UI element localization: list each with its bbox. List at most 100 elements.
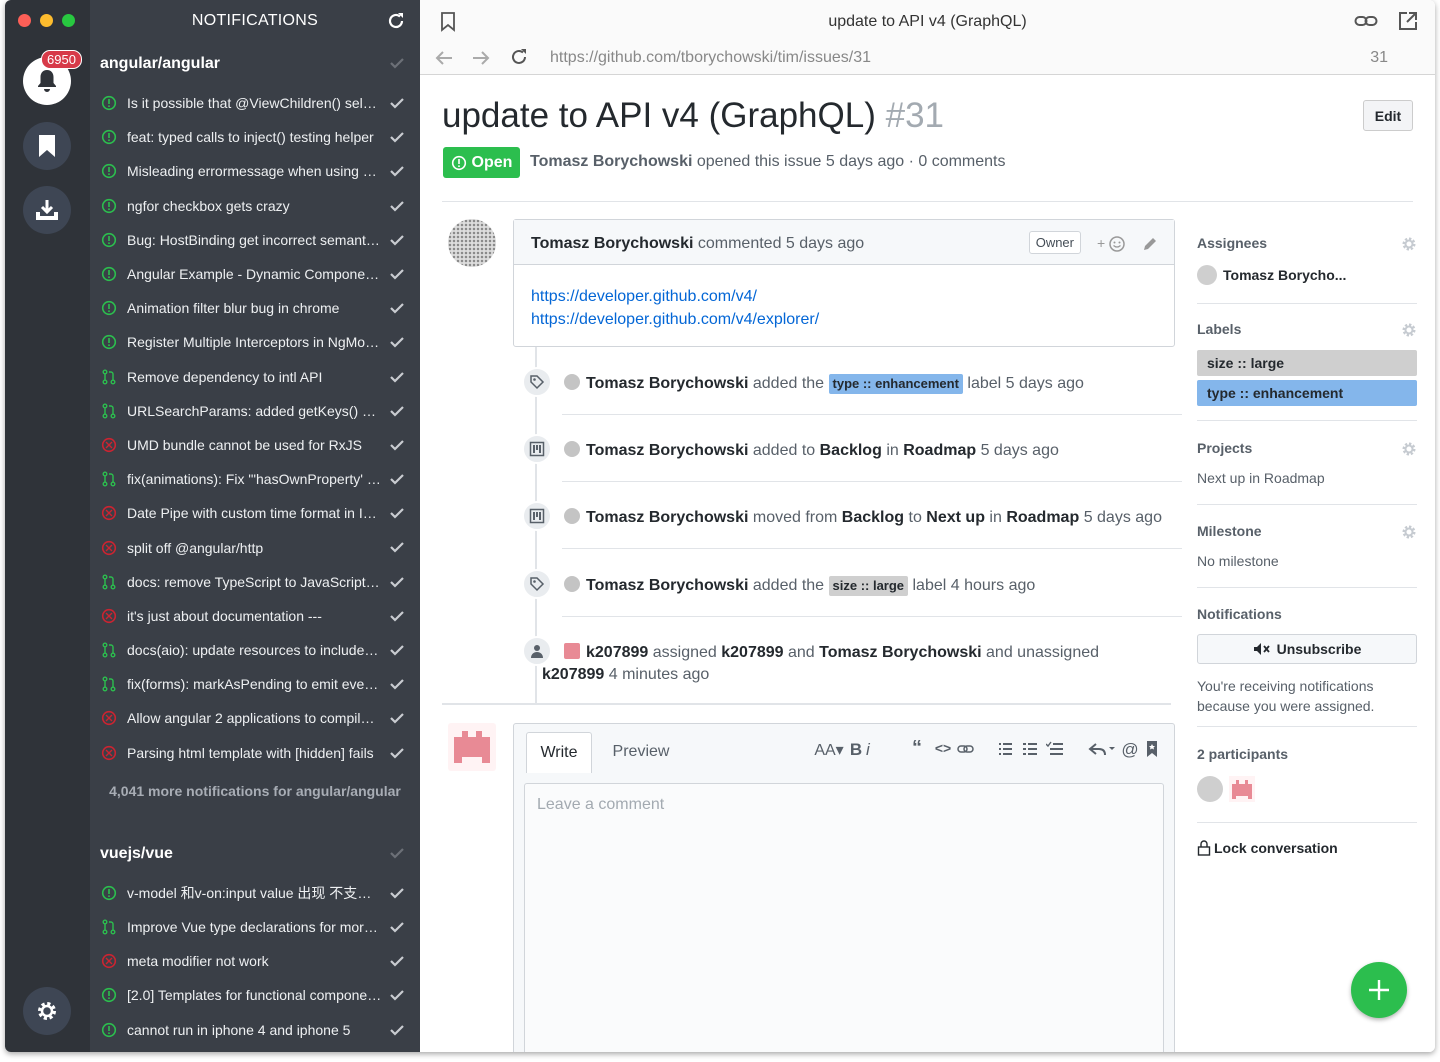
notification-item[interactable]: [2.0] Templates for functional component… (90, 978, 420, 1012)
bookmarks-rail-button[interactable] (23, 122, 71, 170)
notification-item[interactable]: split off @angular/http (90, 530, 420, 564)
gear-icon[interactable] (1401, 524, 1417, 540)
notification-item[interactable]: Angular Example - Dynamic Component Load… (90, 257, 420, 291)
notification-item[interactable]: URLSearchParams: added getKeys() support (90, 394, 420, 428)
mark-read-icon[interactable] (390, 472, 404, 488)
mark-read-icon[interactable] (390, 609, 404, 625)
new-item-button[interactable] (1351, 962, 1407, 1018)
notification-item[interactable]: ngfor checkbox gets crazy (90, 189, 420, 223)
mark-read-icon[interactable] (390, 301, 404, 317)
notification-item[interactable]: feat: typed calls to inject() testing he… (90, 120, 420, 154)
mark-read-icon[interactable] (390, 164, 404, 180)
notification-item[interactable]: fix(forms): markAsPending to emit events (90, 667, 420, 701)
mark-read-icon[interactable] (390, 988, 404, 1004)
link-icon[interactable] (1354, 13, 1378, 29)
project-column[interactable]: Next up (926, 509, 985, 526)
notification-item[interactable]: cannot run in iphone 4 and iphone 5 (90, 1013, 420, 1047)
avatar[interactable] (448, 723, 496, 771)
avatar[interactable] (564, 643, 580, 659)
notification-item[interactable]: it's just about documentation --- (90, 599, 420, 633)
notification-item[interactable]: v-model 和v-on:input value 出现 不支持的问题 (90, 876, 420, 910)
comment-author[interactable]: Tomasz Borychowski (531, 235, 693, 252)
issue-author[interactable]: Tomasz Borychowski (530, 153, 692, 170)
mark-read-icon[interactable] (390, 746, 404, 762)
mark-read-icon[interactable] (390, 438, 404, 454)
edit-pencil-icon[interactable] (1142, 236, 1158, 252)
notification-item[interactable]: Misleading errormessage when using HostL… (90, 154, 420, 188)
close-window-button[interactable] (18, 14, 31, 27)
mark-read-icon[interactable] (390, 1023, 404, 1039)
mark-read-icon[interactable] (390, 540, 404, 556)
assignee-name[interactable]: k207899 (542, 666, 604, 683)
mark-read-icon[interactable] (390, 404, 404, 420)
sidebar-label[interactable]: type :: enhancement (1197, 380, 1417, 406)
event-actor[interactable]: Tomasz Borychowski (586, 375, 748, 392)
settings-rail-button[interactable] (23, 987, 71, 1035)
notification-item[interactable]: Date Pipe with custom time format in IE1… (90, 496, 420, 530)
mark-read-icon[interactable] (390, 96, 404, 112)
assignee-name[interactable]: Tomasz Borychowski (819, 644, 981, 661)
notification-item[interactable]: Register Multiple Interceptors in NgModu… (90, 325, 420, 359)
ordered-list-icon[interactable] (1022, 740, 1046, 758)
italic-icon[interactable]: i (866, 740, 904, 760)
project-column[interactable]: Backlog (842, 509, 904, 526)
repo-header[interactable]: vuejs/vue (90, 832, 420, 876)
notification-item[interactable]: Allow angular 2 applications to compile … (90, 701, 420, 735)
mark-repo-read-icon[interactable] (390, 846, 404, 864)
notification-item[interactable]: fix(animations): Fix "'hasOwnProperty' o… (90, 462, 420, 496)
back-icon[interactable] (435, 50, 453, 66)
avatar[interactable] (564, 374, 580, 390)
mark-read-icon[interactable] (390, 130, 404, 146)
event-actor[interactable]: Tomasz Borychowski (586, 442, 748, 459)
notification-item[interactable]: Bug: HostBinding get incorrect semantics (90, 223, 420, 257)
avatar[interactable] (564, 508, 580, 524)
event-actor[interactable]: k207899 (586, 644, 648, 661)
bold-icon[interactable]: B (846, 740, 866, 760)
mark-read-icon[interactable] (390, 335, 404, 351)
mark-read-icon[interactable] (390, 711, 404, 727)
mark-read-icon[interactable] (390, 677, 404, 693)
link-icon[interactable] (956, 740, 996, 758)
notification-item[interactable]: docs(aio): update resources to include t… (90, 633, 420, 667)
mark-read-icon[interactable] (390, 370, 404, 386)
notification-item[interactable]: Is it possible that @ViewChildren() sele… (90, 86, 420, 120)
comment-link[interactable]: https://developer.github.com/v4/ (531, 285, 1157, 308)
notification-item[interactable]: Remove dependency to intl API (90, 360, 420, 394)
tab-write[interactable]: Write (526, 732, 592, 773)
avatar[interactable] (1229, 776, 1255, 802)
label-chip[interactable]: size :: large (828, 576, 909, 596)
mark-read-icon[interactable] (390, 267, 404, 283)
edit-button[interactable]: Edit (1363, 100, 1413, 131)
gear-icon[interactable] (1401, 441, 1417, 457)
mark-read-icon[interactable] (390, 233, 404, 249)
unsubscribe-button[interactable]: Unsubscribe (1197, 634, 1417, 664)
refresh-icon[interactable] (386, 11, 406, 31)
comment-textarea[interactable]: Leave a comment (524, 783, 1164, 1052)
projects-value[interactable]: Next up in Roadmap (1197, 470, 1417, 486)
project-name[interactable]: Roadmap (903, 442, 976, 459)
project-name[interactable]: Roadmap (1006, 509, 1079, 526)
address-bar[interactable]: https://github.com/tborychowski/tim/issu… (550, 49, 871, 67)
project-column[interactable]: Backlog (820, 442, 882, 459)
notification-item[interactable]: Improve Vue type declarations for more c… (90, 910, 420, 944)
task-list-icon[interactable] (1046, 740, 1088, 758)
sidebar-label[interactable]: size :: large (1197, 350, 1417, 376)
event-actor[interactable]: Tomasz Borychowski (586, 577, 748, 594)
add-reaction-icon[interactable]: + (1097, 235, 1127, 253)
notification-item[interactable]: meta modifier not work (90, 944, 420, 978)
minimize-window-button[interactable] (40, 14, 53, 27)
avatar[interactable] (1197, 776, 1223, 802)
mark-repo-read-icon[interactable] (390, 56, 404, 74)
gear-icon[interactable] (1401, 236, 1417, 252)
avatar[interactable] (448, 219, 496, 267)
repo-header[interactable]: angular/angular (90, 42, 420, 86)
reload-icon[interactable] (510, 48, 528, 66)
mark-read-icon[interactable] (390, 506, 404, 522)
notification-item[interactable]: UMD bundle cannot be used for RxJS (90, 428, 420, 462)
downloads-rail-button[interactable] (23, 186, 71, 234)
mark-read-icon[interactable] (390, 643, 404, 659)
mark-read-icon[interactable] (390, 886, 404, 902)
mark-read-icon[interactable] (390, 954, 404, 970)
avatar[interactable] (564, 441, 580, 457)
mark-read-icon[interactable] (390, 575, 404, 591)
